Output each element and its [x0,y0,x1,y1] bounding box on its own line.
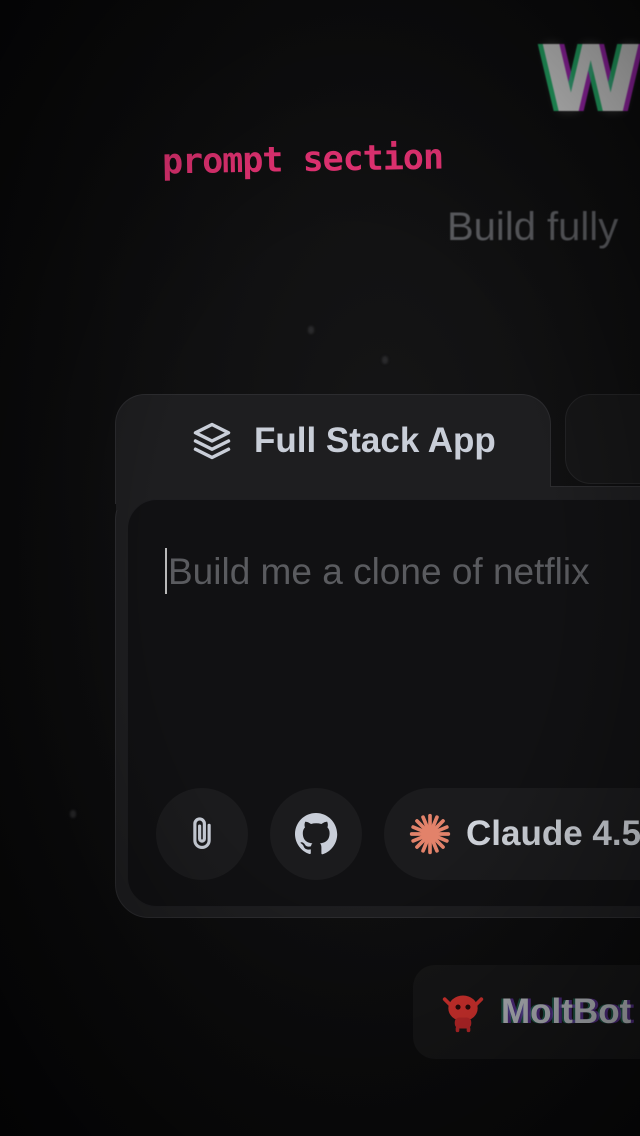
tab-label: Full Stack App [254,421,496,460]
attach-button[interactable] [156,788,248,880]
suggestion-label: MoltBot [501,992,632,1031]
suggestion-moltbot[interactable]: MoltBot [413,965,640,1059]
model-label: Claude 4.5 [466,814,640,853]
github-icon [292,810,340,858]
model-selector[interactable]: Claude 4.5 [384,788,640,880]
hero-subtitle: Build fully [447,205,619,249]
tab-secondary[interactable] [565,394,640,484]
background-speck [308,326,314,334]
hero-title: W [540,26,640,133]
background-speck [70,810,76,818]
screen: W Build fully prompt section Full Stack … [0,0,640,1136]
sparkle-icon [408,812,452,856]
annotation-label: prompt section [161,137,444,183]
paperclip-icon [183,813,221,855]
stack-layers-icon [190,419,234,463]
github-button[interactable] [270,788,362,880]
red-robot-icon [441,990,485,1034]
prompt-input[interactable] [163,542,640,602]
tab-full-stack-app-content[interactable]: Full Stack App [190,416,496,466]
background-speck [382,356,388,364]
text-caret [165,548,167,594]
